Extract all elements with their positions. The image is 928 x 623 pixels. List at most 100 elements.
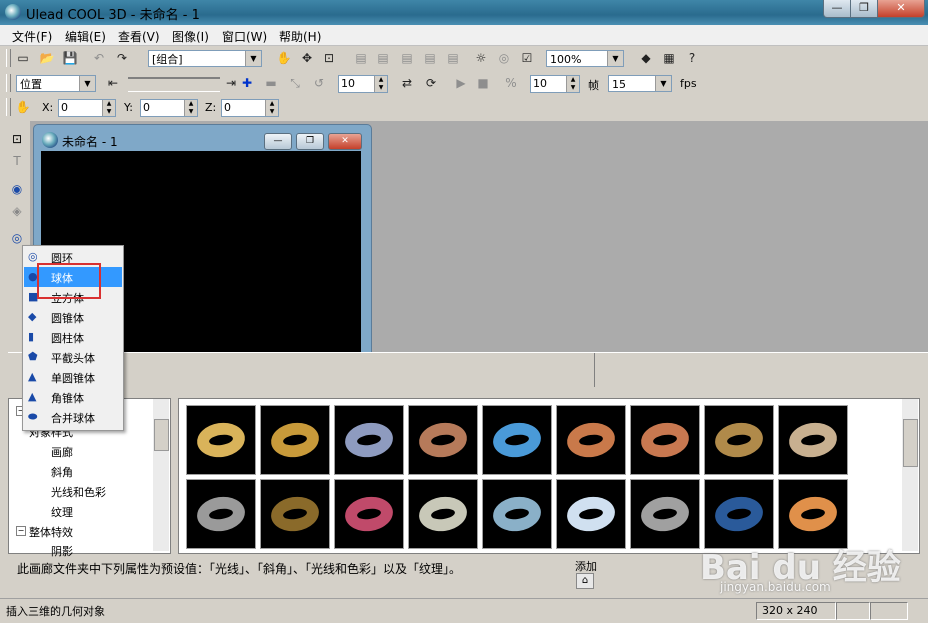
light-icon[interactable]: ☼	[472, 49, 490, 67]
doc-maximize-button[interactable]: ❐	[296, 133, 324, 150]
scroll-thumb[interactable]	[903, 419, 918, 467]
insert-object-icon[interactable]: ◉	[8, 180, 26, 198]
minimize-button[interactable]: —	[823, 0, 851, 18]
gallery-thumbnail[interactable]	[408, 405, 478, 475]
expand-icon[interactable]: −	[16, 526, 26, 536]
print2-icon[interactable]: ▤	[374, 49, 392, 67]
spinner-arrows-icon[interactable]: ▲ ▼	[566, 76, 579, 92]
group-select[interactable]: [组合] ▼	[148, 50, 262, 67]
x-input[interactable]: 0 ▲ ▼	[58, 99, 116, 117]
menu-image[interactable]: 图像(I)	[172, 28, 209, 45]
gallery-thumbnail[interactable]	[260, 479, 330, 549]
gallery-thumbnail[interactable]	[630, 405, 700, 475]
tree-node[interactable]: 光线和色彩	[51, 484, 106, 500]
timeline-slider[interactable]	[128, 77, 220, 92]
chevron-down-icon[interactable]: ▼	[245, 51, 261, 66]
menu-item-cone[interactable]: ◆ 圆锥体	[24, 307, 122, 327]
gallery-thumbnail[interactable]	[482, 405, 552, 475]
print-icon[interactable]: ▤	[352, 49, 370, 67]
gallery-thumbnail[interactable]	[704, 405, 774, 475]
tree-node[interactable]: 阴影	[51, 543, 73, 559]
gallery-thumbnail[interactable]	[408, 479, 478, 549]
play-icon[interactable]: ▶	[452, 74, 470, 92]
remove-keyframe-icon[interactable]: ▬	[262, 74, 280, 92]
hand-icon[interactable]: ✋	[14, 98, 32, 116]
gallery-scrollbar[interactable]	[902, 399, 918, 551]
spinner-arrows-icon[interactable]: ▲ ▼	[184, 100, 197, 116]
toolbar-grip[interactable]	[6, 98, 11, 116]
scroll-thumb[interactable]	[154, 419, 169, 451]
chevron-down-icon[interactable]: ▼	[79, 76, 95, 91]
menu-help[interactable]: 帮助(H)	[279, 28, 321, 45]
print5-icon[interactable]: ▤	[444, 49, 462, 67]
new-file-icon[interactable]: ▭	[14, 49, 32, 67]
gallery-thumbnail[interactable]	[556, 405, 626, 475]
undo-icon[interactable]: ↶	[90, 49, 108, 67]
gallery-thumbnail[interactable]	[186, 479, 256, 549]
fps-select[interactable]: 15 ▼	[608, 75, 672, 92]
z-input[interactable]: 0 ▲ ▼	[221, 99, 279, 117]
loop-icon[interactable]: ↺	[310, 74, 328, 92]
reverse-icon[interactable]: ⤡	[286, 74, 304, 92]
check-icon[interactable]: ☑	[518, 49, 536, 67]
color-icon[interactable]: ▦	[660, 49, 678, 67]
spinner-arrows-icon[interactable]: ▲ ▼	[374, 76, 387, 92]
chevron-down-icon[interactable]: ▼	[607, 51, 623, 66]
menu-item-frustum[interactable]: ⬟ 平截头体	[24, 347, 122, 367]
title-bar[interactable]: Ulead COOL 3D - 未命名 - 1	[0, 0, 928, 25]
chevron-down-icon[interactable]: ▼	[655, 76, 671, 91]
geometry-icon[interactable]: ◈	[8, 202, 26, 220]
object-icon[interactable]: ◆	[637, 49, 655, 67]
maximize-button[interactable]: ❐	[850, 0, 878, 18]
spinner-arrows-icon[interactable]: ▲ ▼	[102, 100, 115, 116]
add-keyframe-icon[interactable]: ✚	[238, 74, 256, 92]
position-select[interactable]: 位置 ▼	[16, 75, 96, 92]
rotate-hand-icon[interactable]: ✥	[298, 49, 316, 67]
menu-window[interactable]: 窗口(W)	[222, 28, 267, 45]
add-label[interactable]: 添加	[575, 558, 597, 574]
gallery-thumbnail[interactable]	[630, 479, 700, 549]
help-pointer-icon[interactable]: ?	[683, 49, 701, 67]
swap-icon[interactable]: ⇄	[398, 74, 416, 92]
frame-spinner-2[interactable]: 10 ▲ ▼	[530, 75, 580, 93]
doc-close-button[interactable]: ✕	[328, 133, 362, 150]
open-folder-icon[interactable]: 📂	[38, 49, 56, 67]
first-frame-icon[interactable]: ⇤	[104, 74, 122, 92]
doc-minimize-button[interactable]: —	[264, 133, 292, 150]
tree-node[interactable]: 画廊	[51, 444, 73, 460]
gallery-thumbnail[interactable]	[778, 405, 848, 475]
menu-item-merged-sphere[interactable]: ⬬ 合并球体	[24, 407, 122, 427]
redo-icon[interactable]: ↷	[113, 49, 131, 67]
menu-item-pyramid[interactable]: ▲ 角锥体	[24, 387, 122, 407]
menu-file[interactable]: 文件(F)	[12, 28, 52, 45]
hand-icon[interactable]: ✋	[275, 49, 293, 67]
tree-scrollbar[interactable]	[153, 399, 169, 551]
refresh-icon[interactable]: ⟳	[422, 74, 440, 92]
tree-node[interactable]: 整体特效	[29, 524, 73, 540]
edit-object-icon[interactable]: ⊡	[8, 130, 26, 148]
stop-icon[interactable]: ■	[474, 74, 492, 92]
gallery-thumbnail[interactable]	[704, 479, 774, 549]
frame-spinner-1[interactable]: 10 ▲ ▼	[338, 75, 388, 93]
y-input[interactable]: 0 ▲ ▼	[140, 99, 198, 117]
zoom-select[interactable]: 100% ▼	[546, 50, 624, 67]
spinner-arrows-icon[interactable]: ▲ ▼	[265, 100, 278, 116]
tree-node[interactable]: 斜角	[51, 464, 73, 480]
gallery-thumbnail[interactable]	[186, 405, 256, 475]
save-icon[interactable]: 💾	[61, 49, 79, 67]
globe-icon[interactable]: ◎	[495, 49, 513, 67]
gallery-thumbnail[interactable]	[260, 405, 330, 475]
gallery-thumbnail[interactable]	[334, 479, 404, 549]
toolbar-grip[interactable]	[6, 74, 11, 92]
toolbar-grip[interactable]	[6, 49, 11, 67]
menu-edit[interactable]: 编辑(E)	[65, 28, 106, 45]
menu-view[interactable]: 查看(V)	[118, 28, 160, 45]
print4-icon[interactable]: ▤	[421, 49, 439, 67]
text-tool-icon[interactable]: T	[8, 152, 26, 170]
gallery-thumbnail[interactable]	[778, 479, 848, 549]
gallery-thumbnail[interactable]	[482, 479, 552, 549]
menu-item-cylinder[interactable]: ▮ 圆柱体	[24, 327, 122, 347]
gallery-thumbnail[interactable]	[556, 479, 626, 549]
print3-icon[interactable]: ▤	[398, 49, 416, 67]
close-button[interactable]: ✕	[877, 0, 925, 18]
